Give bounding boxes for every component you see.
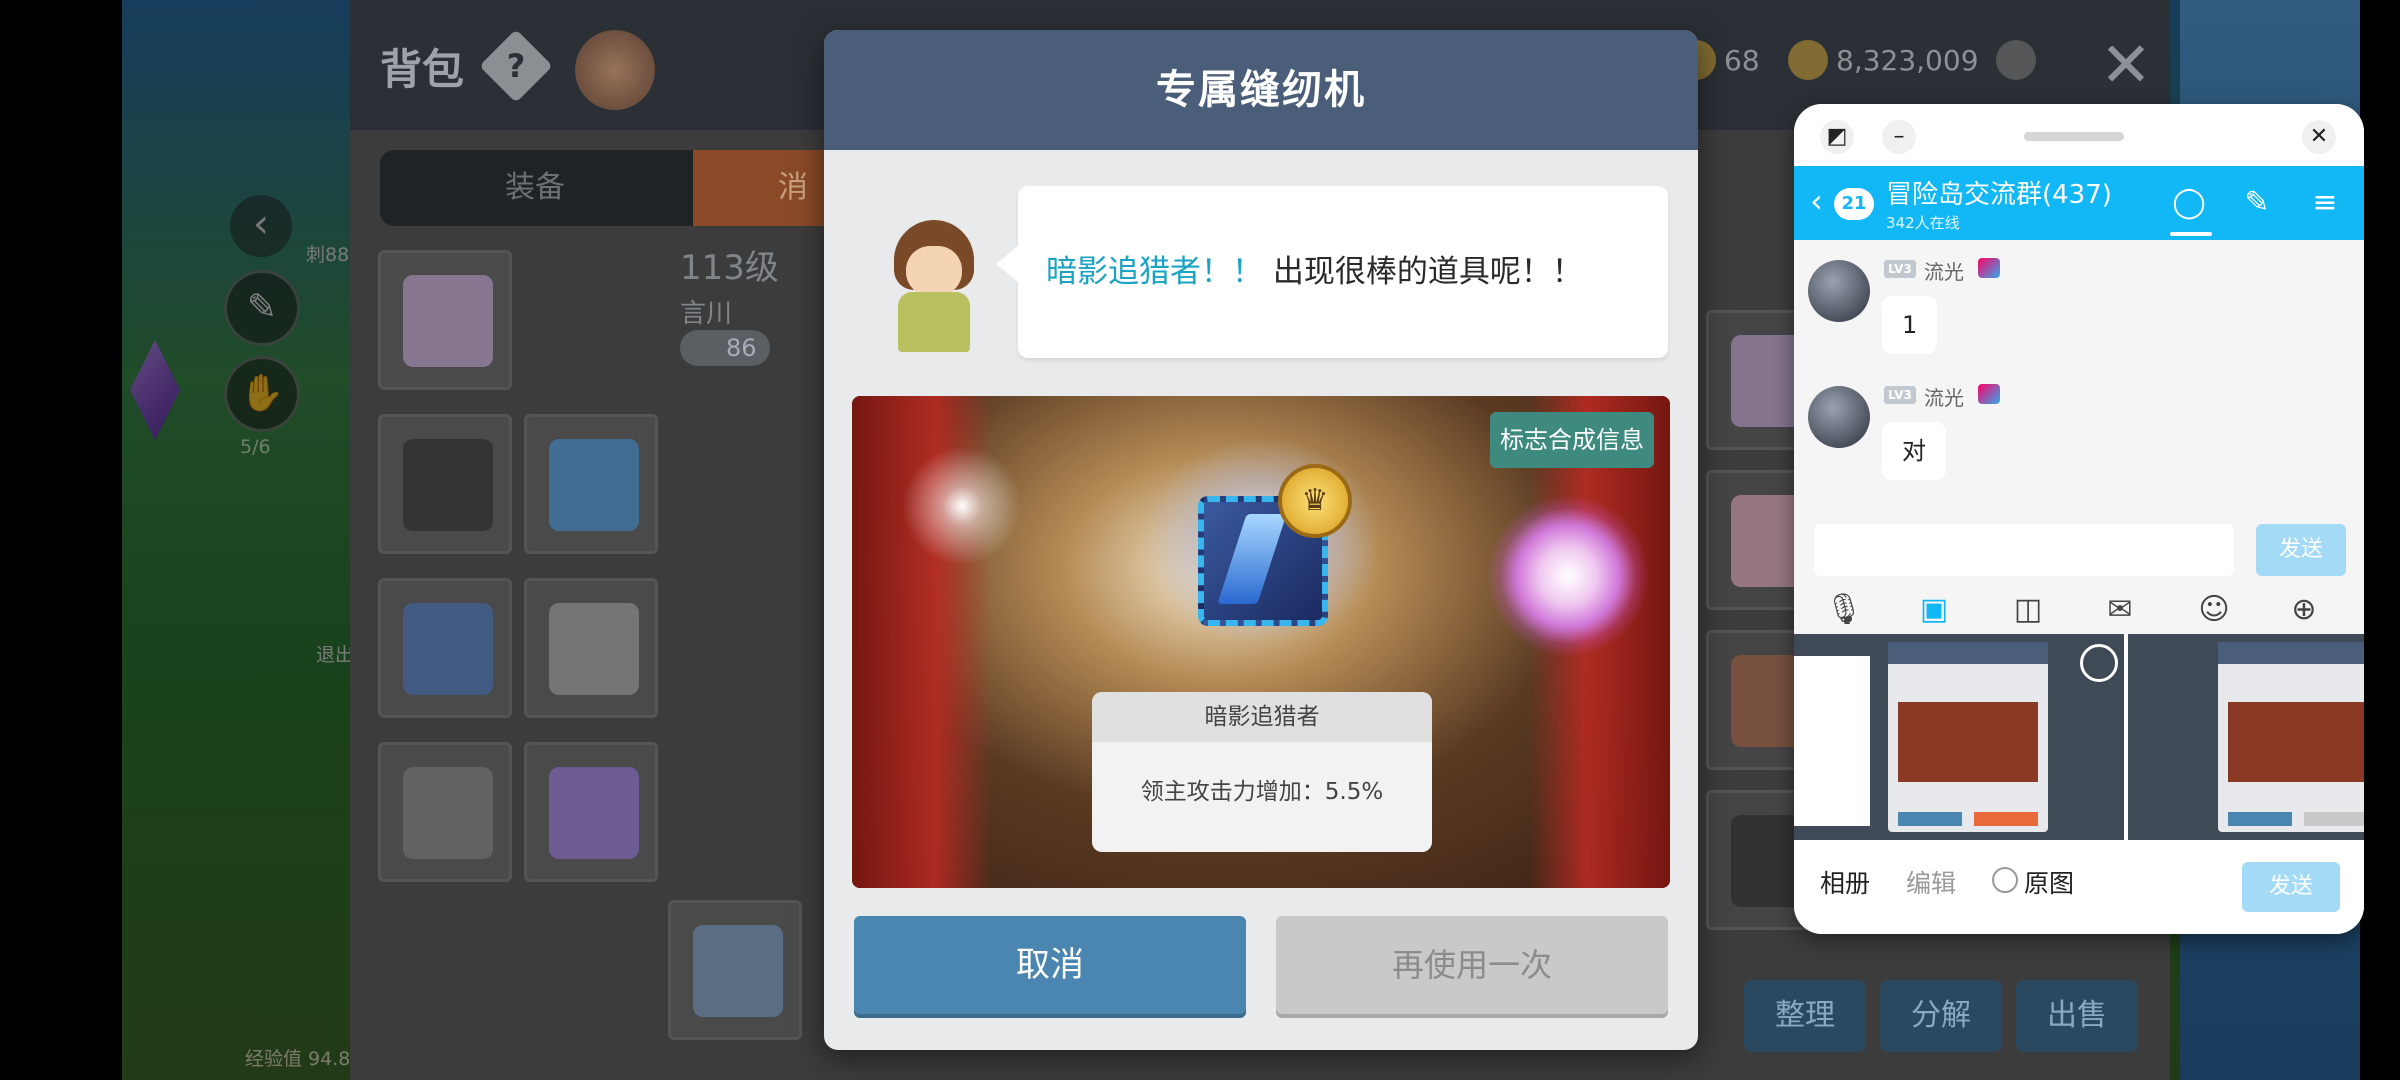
- meso-amount: 8,323,009: [1836, 44, 1979, 77]
- item-name: 暗影追猎者: [1092, 692, 1432, 742]
- meso-coin-icon: [1788, 40, 1828, 80]
- power-value: 86: [726, 334, 757, 362]
- avatar[interactable]: [1808, 260, 1870, 322]
- camera-icon[interactable]: ◫: [2008, 590, 2048, 630]
- album-button[interactable]: 相册: [1820, 864, 1870, 900]
- photo-thumbnail[interactable]: [2128, 634, 2364, 840]
- disassemble-button[interactable]: 分解: [1880, 980, 2002, 1052]
- cancel-button[interactable]: 取消: [854, 916, 1246, 1014]
- menu-icon[interactable]: ≡: [2306, 184, 2344, 222]
- item-description: 领主攻击力增加：5.5%: [1140, 779, 1384, 805]
- character-level: 113级: [680, 248, 779, 288]
- message-bubble[interactable]: 1: [1882, 296, 1938, 354]
- input-row: 发送: [1794, 510, 2364, 590]
- member-level-badge: LV3: [1884, 260, 1916, 278]
- npc-portrait: [876, 220, 988, 355]
- equip-slot-pet[interactable]: [668, 900, 802, 1040]
- photo-thumbnails: [1794, 634, 2364, 840]
- image-icon[interactable]: ▣: [1914, 590, 1954, 630]
- sort-button[interactable]: 整理: [1744, 980, 1866, 1052]
- gear-coin-icon[interactable]: [1996, 40, 2036, 80]
- emblem-synthesis-info-button[interactable]: 标志合成信息: [1490, 412, 1654, 468]
- equip-slot-shoes[interactable]: [524, 742, 658, 882]
- speech-item-name: 暗影追猎者！！: [1046, 254, 1263, 290]
- character-info: 113级 言川 86: [680, 240, 779, 366]
- message-list: LV3 流光 1 LV3 流光 对: [1794, 240, 2364, 510]
- plus-icon[interactable]: ⊕: [2284, 590, 2324, 630]
- use-again-button[interactable]: 再使用一次: [1276, 916, 1668, 1014]
- close-icon[interactable]: ✕: [2302, 120, 2336, 154]
- edit-icon[interactable]: ✎: [2238, 184, 2276, 222]
- chat-titlebar: ◩ – ✕: [1794, 104, 2364, 166]
- equip-slot-bottom[interactable]: [378, 742, 512, 882]
- tab-equipment[interactable]: 装备: [380, 150, 690, 226]
- help-icon[interactable]: ?: [479, 29, 553, 103]
- message-input[interactable]: [1814, 524, 2234, 576]
- back-arrow-icon[interactable]: ‹: [1810, 182, 1823, 220]
- sender-nickname: 流光: [1924, 260, 1964, 284]
- drag-handle[interactable]: [2024, 132, 2124, 141]
- unread-count[interactable]: 21: [1834, 188, 1874, 220]
- group-name[interactable]: 冒险岛交流群(437): [1886, 174, 2112, 211]
- equip-slot-head[interactable]: [378, 250, 512, 390]
- select-circle[interactable]: [2080, 644, 2118, 682]
- character-name: 言川: [680, 299, 733, 329]
- original-label[interactable]: 原图: [2024, 864, 2074, 900]
- floating-chat-window: ◩ – ✕ ‹ 21 冒险岛交流群(437) 342人在线 ◯ ✎ ≡ LV3 …: [1794, 104, 2364, 934]
- red-packet-icon[interactable]: ✉: [2100, 590, 2140, 630]
- chat-header: ‹ 21 冒险岛交流群(437) 342人在线 ◯ ✎ ≡: [1794, 166, 2364, 240]
- medal-icon: ♛: [1278, 464, 1352, 538]
- item-info-card: 暗影追猎者 领主攻击力增加：5.5%: [1092, 692, 1432, 852]
- equip-slot-face[interactable]: [378, 414, 512, 554]
- minimize-icon[interactable]: –: [1882, 120, 1916, 154]
- power-badge: 86: [680, 330, 770, 366]
- photo-thumbnail[interactable]: [1794, 634, 2124, 840]
- chat-bubble-icon[interactable]: ◯: [2170, 184, 2208, 222]
- sparkle-effect: [892, 436, 1032, 576]
- send-photo-button[interactable]: 发送: [2242, 862, 2340, 912]
- active-tab-indicator: [2170, 232, 2212, 236]
- send-button[interactable]: 发送: [2256, 524, 2346, 576]
- equip-slot-overall[interactable]: [524, 578, 658, 718]
- picker-bottom-bar: 相册 编辑 原图 发送: [1794, 840, 2364, 934]
- sewing-machine-dialog: 专属缝纫机 暗影追猎者！！ 出现很棒的道具呢！！ ♛ 标志合成信息 暗影追猎者 …: [824, 30, 1698, 1050]
- original-radio[interactable]: [1992, 867, 2018, 893]
- member-level-badge: LV3: [1884, 386, 1916, 404]
- equip-slot-top[interactable]: [378, 578, 512, 718]
- dialog-title: 专属缝纫机: [824, 30, 1698, 150]
- nickname-decoration-icon: [1978, 384, 2000, 404]
- emoji-icon[interactable]: ☺: [2194, 590, 2234, 630]
- top-count: 68: [1724, 44, 1760, 77]
- nickname-decoration-icon: [1978, 258, 2000, 278]
- npc-speech-bubble: 暗影追猎者！！ 出现很棒的道具呢！！: [996, 186, 1668, 358]
- inventory-title: 背包: [380, 45, 465, 94]
- pet-portrait[interactable]: [575, 30, 655, 110]
- resize-icon[interactable]: ◩: [1820, 120, 1854, 154]
- firework-effect: [1488, 496, 1648, 656]
- microphone-icon[interactable]: 🎙: [1824, 590, 1864, 630]
- screen-bezel-left: [0, 0, 122, 1080]
- message-bubble[interactable]: 对: [1882, 422, 1946, 480]
- result-scene: ♛ 标志合成信息 暗影追猎者 领主攻击力增加：5.5%: [852, 396, 1670, 888]
- edit-button[interactable]: 编辑: [1906, 864, 1956, 900]
- avatar[interactable]: [1808, 386, 1870, 448]
- online-count: 342人在线: [1886, 214, 1960, 232]
- sender-nickname: 流光: [1924, 386, 1964, 410]
- speech-text: 出现很棒的道具呢！！: [1272, 254, 1583, 290]
- equip-slot-emblem[interactable]: [524, 414, 658, 554]
- sell-button[interactable]: 出售: [2016, 980, 2138, 1052]
- close-icon[interactable]: ✕: [2100, 28, 2152, 101]
